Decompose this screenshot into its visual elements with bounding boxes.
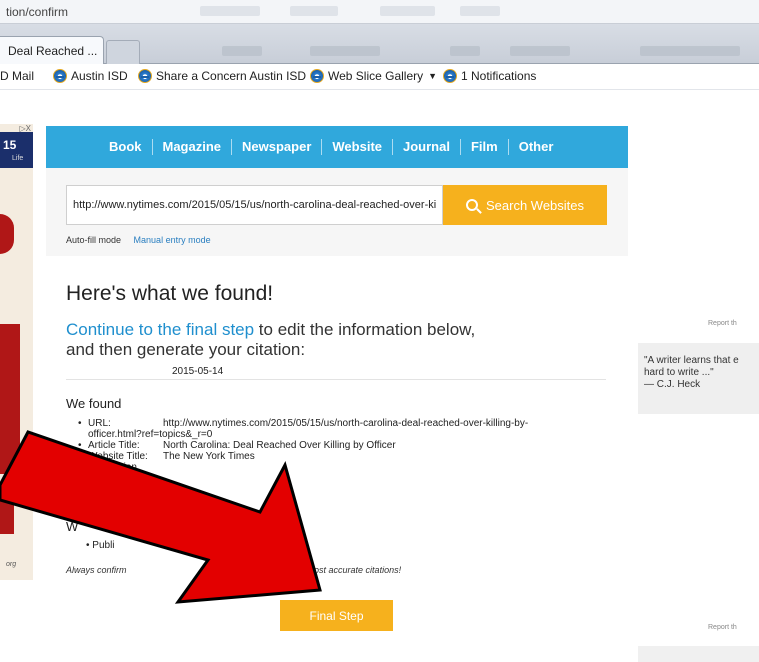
quote-box: "A writer learns that e hard to write ..… [638, 343, 759, 414]
ie-icon [138, 69, 152, 83]
address-text[interactable]: tion/confirm [6, 5, 68, 19]
source-type-nav: Book Magazine Newspaper Website Journal … [46, 126, 628, 168]
tab-book[interactable]: Book [99, 139, 152, 155]
report-ad-link[interactable]: Report th [708, 624, 737, 631]
results-section: Here's what we found! Continue to the fi… [46, 256, 628, 606]
search-websites-button[interactable]: Search Websites [443, 185, 607, 225]
continue-final-step-link[interactable]: Continue to the final step [66, 320, 254, 339]
ad-image [0, 214, 14, 254]
toolbar-blur [510, 46, 570, 56]
url-input[interactable] [66, 185, 443, 225]
field-url: URL:http://www.nytimes.com/2015/05/15/us… [78, 418, 598, 440]
new-tab-button[interactable] [106, 40, 140, 64]
field-published-partial: Publi [86, 540, 114, 551]
field-publication: Publication [78, 462, 598, 473]
field-article-title: Article Title:North Carolina: Deal Reach… [78, 440, 598, 451]
favorite-mail[interactable]: D Mail [0, 69, 34, 83]
ad-banner[interactable]: ▷X 15 Life org [0, 124, 33, 580]
confirm-note: Always confirm ate the most accurate cita… [66, 565, 402, 575]
quote-text: "A writer learns that e [644, 355, 739, 366]
quote-author: — C.J. Heck [644, 379, 701, 390]
address-bar[interactable]: tion/confirm [0, 0, 759, 24]
mode-toggle: Auto-fill mode Manual entry mode [66, 235, 211, 245]
tab-other[interactable]: Other [507, 139, 564, 155]
favorite-austin-isd[interactable]: Austin ISD [53, 69, 128, 83]
tab-newspaper[interactable]: Newspaper [231, 139, 321, 155]
toolbar-blur [200, 6, 260, 16]
tab-magazine[interactable]: Magazine [151, 139, 232, 155]
ad-image [0, 484, 14, 534]
publication-date: 2015-05-14 [172, 366, 224, 377]
favorite-notifications[interactable]: 1 Notifications [443, 69, 536, 83]
ad-footer: org [6, 561, 17, 568]
toolbar-blur [310, 46, 380, 56]
tab-film[interactable]: Film [459, 139, 508, 155]
ie-icon [310, 69, 324, 83]
ie-icon [443, 69, 457, 83]
continue-instructions-line2: and then generate your citation: [66, 340, 306, 359]
page-title: Here's what we found! [66, 282, 274, 305]
report-ad-link[interactable]: Report th [708, 320, 737, 327]
ie-icon [53, 69, 67, 83]
tab-row: Deal Reached ... [0, 24, 759, 64]
favorite-share-concern[interactable]: Share a Concern Austin ISD [138, 69, 306, 83]
ad-image [0, 324, 20, 474]
toolbar-blur [450, 46, 480, 56]
favorite-web-slice[interactable]: Web Slice Gallery ▼ [310, 69, 437, 83]
we-heading-partial: W [66, 519, 79, 534]
tab-website[interactable]: Website [321, 139, 392, 155]
toolbar-blur [222, 46, 262, 56]
toolbar-blur [640, 46, 740, 56]
found-fields-list: URL:http://www.nytimes.com/2015/05/15/us… [78, 418, 598, 473]
toolbar-blur [290, 6, 338, 16]
search-icon [465, 199, 478, 211]
toolbar-blur [380, 6, 435, 16]
tab-journal[interactable]: Journal [392, 139, 460, 155]
final-step-button[interactable]: Final Step [280, 600, 393, 631]
we-found-heading: We found [66, 396, 122, 411]
continue-instructions: Continue to the final step to edit the i… [66, 320, 476, 339]
manual-entry-mode-link[interactable]: Manual entry mode [134, 235, 211, 245]
auto-fill-mode[interactable]: Auto-fill mode [66, 235, 121, 245]
tab-label: Deal Reached ... [8, 44, 98, 58]
divider [66, 379, 606, 380]
tab-active[interactable]: Deal Reached ... [0, 36, 104, 64]
toolbar-blur [460, 6, 500, 16]
sidebar-block [638, 646, 759, 662]
ad-badge: 15 Life [0, 132, 33, 168]
field-website-title: Website Title:The New York Times [78, 451, 598, 462]
favorites-bar: D Mail Austin ISD Share a Concern Austin… [0, 64, 759, 90]
chevron-down-icon: ▼ [428, 71, 438, 81]
quote-text-line2: hard to write ..." [644, 367, 714, 378]
